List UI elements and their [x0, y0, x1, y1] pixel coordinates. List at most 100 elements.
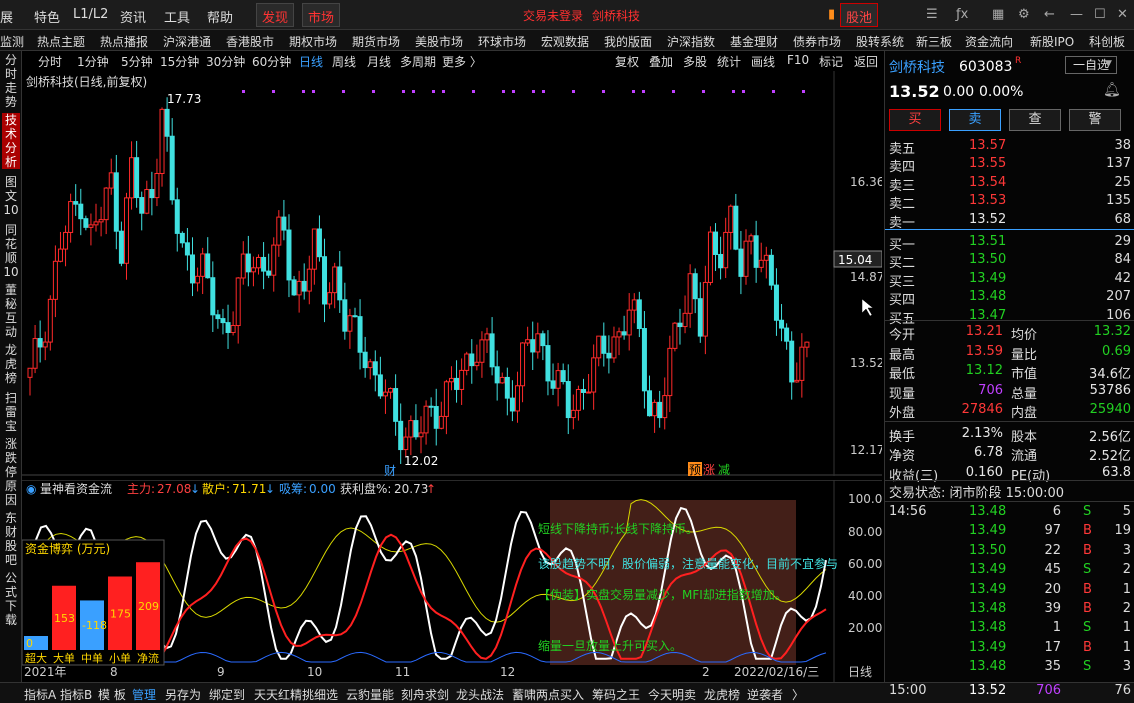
- scroll-right-icon[interactable]: 〉: [792, 686, 804, 703]
- close-icon[interactable]: ✕: [1117, 7, 1128, 22]
- sidebar-item-timeshare[interactable]: 分时走势: [2, 53, 20, 109]
- tool-button[interactable]: 返回: [854, 53, 878, 70]
- nav-item[interactable]: 债券市场: [793, 33, 841, 50]
- nav-item[interactable]: 新三板: [916, 33, 952, 50]
- indicator-tab[interactable]: 模 板: [98, 686, 126, 703]
- menu-item[interactable]: 特色: [34, 7, 60, 26]
- indicator-tab[interactable]: 绑定到: [209, 686, 245, 703]
- tool-button[interactable]: 标记: [819, 53, 843, 70]
- nav-item[interactable]: 美股市场: [415, 33, 463, 50]
- candlestick-chart[interactable]: 17.73 12.02 财 预 涨 减 16.36 15.04 14.87 13…: [22, 71, 882, 476]
- ask-row[interactable]: 卖三 13.54 25: [889, 174, 1131, 194]
- nav-item[interactable]: 新股IPO: [1030, 33, 1074, 50]
- market-button[interactable]: 市场: [302, 3, 341, 27]
- nav-item[interactable]: 监测: [0, 33, 24, 50]
- tool-button[interactable]: 复权: [615, 53, 639, 70]
- sidebar-item-forum[interactable]: 东财股吧: [2, 511, 20, 567]
- sidebar-item-secretary[interactable]: 董秘互动: [2, 283, 20, 339]
- nav-item[interactable]: 资金流向: [965, 33, 1013, 50]
- sidebar-item-graphic[interactable]: 图文10: [2, 175, 20, 217]
- period-tab[interactable]: 1分钟: [77, 53, 109, 70]
- tool-button[interactable]: 画线: [751, 53, 775, 70]
- period-tab[interactable]: 5分钟: [121, 53, 153, 70]
- bid-row[interactable]: 买一 13.51 29: [889, 233, 1131, 253]
- discover-button[interactable]: 发现: [256, 3, 295, 27]
- ask-row[interactable]: 卖五 13.57 38: [889, 137, 1131, 157]
- nav-item[interactable]: 热点播报: [100, 33, 148, 50]
- dropdown-icon[interactable]: ▼: [1105, 59, 1112, 69]
- menu-item[interactable]: 展: [0, 7, 13, 26]
- period-tab[interactable]: 周线: [332, 53, 356, 70]
- tool-button[interactable]: F10: [787, 53, 809, 67]
- nav-item[interactable]: 热点主题: [37, 33, 85, 50]
- indicator-tab[interactable]: 另存为: [165, 686, 201, 703]
- indicator-tab[interactable]: 今天明卖: [648, 686, 696, 703]
- sidebar-item-mine-scan[interactable]: 扫雷宝: [2, 391, 20, 433]
- sidebar-item-limit-reason[interactable]: 涨跌停原因: [2, 437, 20, 507]
- period-tab[interactable]: 多周期: [400, 53, 436, 70]
- menu-item[interactable]: 资讯: [120, 7, 146, 26]
- tool-button[interactable]: 叠加: [649, 53, 673, 70]
- menu-item[interactable]: 工具: [164, 7, 190, 26]
- ask-row[interactable]: 卖四 13.55 137: [889, 155, 1131, 175]
- indicator-tab[interactable]: 刻舟求剑: [401, 686, 449, 703]
- bid-row[interactable]: 买三 13.49 42: [889, 270, 1131, 290]
- bid-row[interactable]: 买二 13.50 84: [889, 251, 1131, 271]
- indicator-tab[interactable]: 管理: [132, 686, 156, 703]
- formula-icon[interactable]: ƒx: [956, 7, 968, 22]
- period-tab[interactable]: 30分钟: [206, 53, 245, 70]
- grid-icon[interactable]: ▦: [992, 7, 1004, 22]
- period-tab-selected[interactable]: 日线: [299, 53, 323, 70]
- sidebar-item-ths[interactable]: 同花顺10: [2, 223, 20, 279]
- sidebar-item-technical[interactable]: 技术分析: [2, 113, 20, 169]
- query-button[interactable]: 查: [1009, 109, 1061, 131]
- nav-item[interactable]: 沪深指数: [667, 33, 715, 50]
- period-tab-more[interactable]: 更多 〉: [442, 53, 482, 70]
- indicator-tab[interactable]: 龙虎榜: [704, 686, 740, 703]
- nav-item[interactable]: 香港股市: [226, 33, 274, 50]
- gear-icon[interactable]: ⚙: [1018, 7, 1030, 22]
- menu-item[interactable]: 帮助: [207, 7, 233, 26]
- indicator-tab[interactable]: 天天红精挑细选: [254, 686, 338, 703]
- indicator-tab[interactable]: 指标B: [60, 686, 92, 703]
- period-tab[interactable]: 60分钟: [252, 53, 291, 70]
- nav-item[interactable]: 环球市场: [478, 33, 526, 50]
- fund-flow-indicator[interactable]: ◉ 量神看资金流 主力: 27.08 ↓ 散户: 71.71 ↓ 吸筹: 0.0…: [22, 480, 882, 682]
- sell-button[interactable]: 卖: [949, 109, 1001, 131]
- tool-button[interactable]: 统计: [717, 53, 741, 70]
- period-tab[interactable]: 月线: [367, 53, 391, 70]
- menu-item[interactable]: L1/L2: [73, 7, 108, 22]
- ask-row[interactable]: 卖二 13.53 135: [889, 192, 1131, 212]
- nav-item[interactable]: 基金理财: [730, 33, 778, 50]
- indicator-tab[interactable]: 云豹量能: [346, 686, 394, 703]
- nav-item[interactable]: 期权市场: [289, 33, 337, 50]
- tool-button[interactable]: 多股: [683, 53, 707, 70]
- nav-item[interactable]: 宏观数据: [541, 33, 589, 50]
- period-tab[interactable]: 15分钟: [160, 53, 199, 70]
- bid-row[interactable]: 买四 13.48 207: [889, 288, 1131, 308]
- indicator-tab[interactable]: 蓄啸两点买入: [512, 686, 584, 703]
- period-tab[interactable]: 分时: [38, 53, 62, 70]
- sidebar-item-formula-download[interactable]: 公式下载: [2, 571, 20, 627]
- alert-button[interactable]: 警: [1069, 109, 1121, 131]
- nav-item[interactable]: 科创板: [1089, 33, 1125, 50]
- indicator-tab[interactable]: 逆袭者: [747, 686, 783, 703]
- ask-row[interactable]: 卖一 13.52 68: [889, 211, 1131, 231]
- indicator-tab[interactable]: 龙头战法: [456, 686, 504, 703]
- nav-item[interactable]: 沪深港通: [163, 33, 211, 50]
- maximize-icon[interactable]: ☐: [1094, 7, 1106, 22]
- stock-pool-button[interactable]: 股池: [840, 3, 879, 27]
- stock-pool-icon[interactable]: ▮: [828, 7, 835, 22]
- minimize-icon[interactable]: —: [1070, 7, 1083, 22]
- bell-icon[interactable]: 🔔︎: [1103, 82, 1121, 98]
- indicator-tab[interactable]: 筹码之王: [592, 686, 640, 703]
- back-icon[interactable]: ←: [1044, 7, 1055, 22]
- indicator-tab[interactable]: 指标A: [24, 686, 56, 703]
- sidebar-item-dragon-tiger[interactable]: 龙虎榜: [2, 343, 20, 385]
- nav-item[interactable]: 股转系统: [856, 33, 904, 50]
- buy-button[interactable]: 买: [889, 109, 941, 131]
- nav-item[interactable]: 期货市场: [352, 33, 400, 50]
- layers-icon[interactable]: ☰: [926, 7, 938, 22]
- nav-item[interactable]: 我的版面: [604, 33, 652, 50]
- bid-row[interactable]: 买五 13.47 106: [889, 307, 1131, 327]
